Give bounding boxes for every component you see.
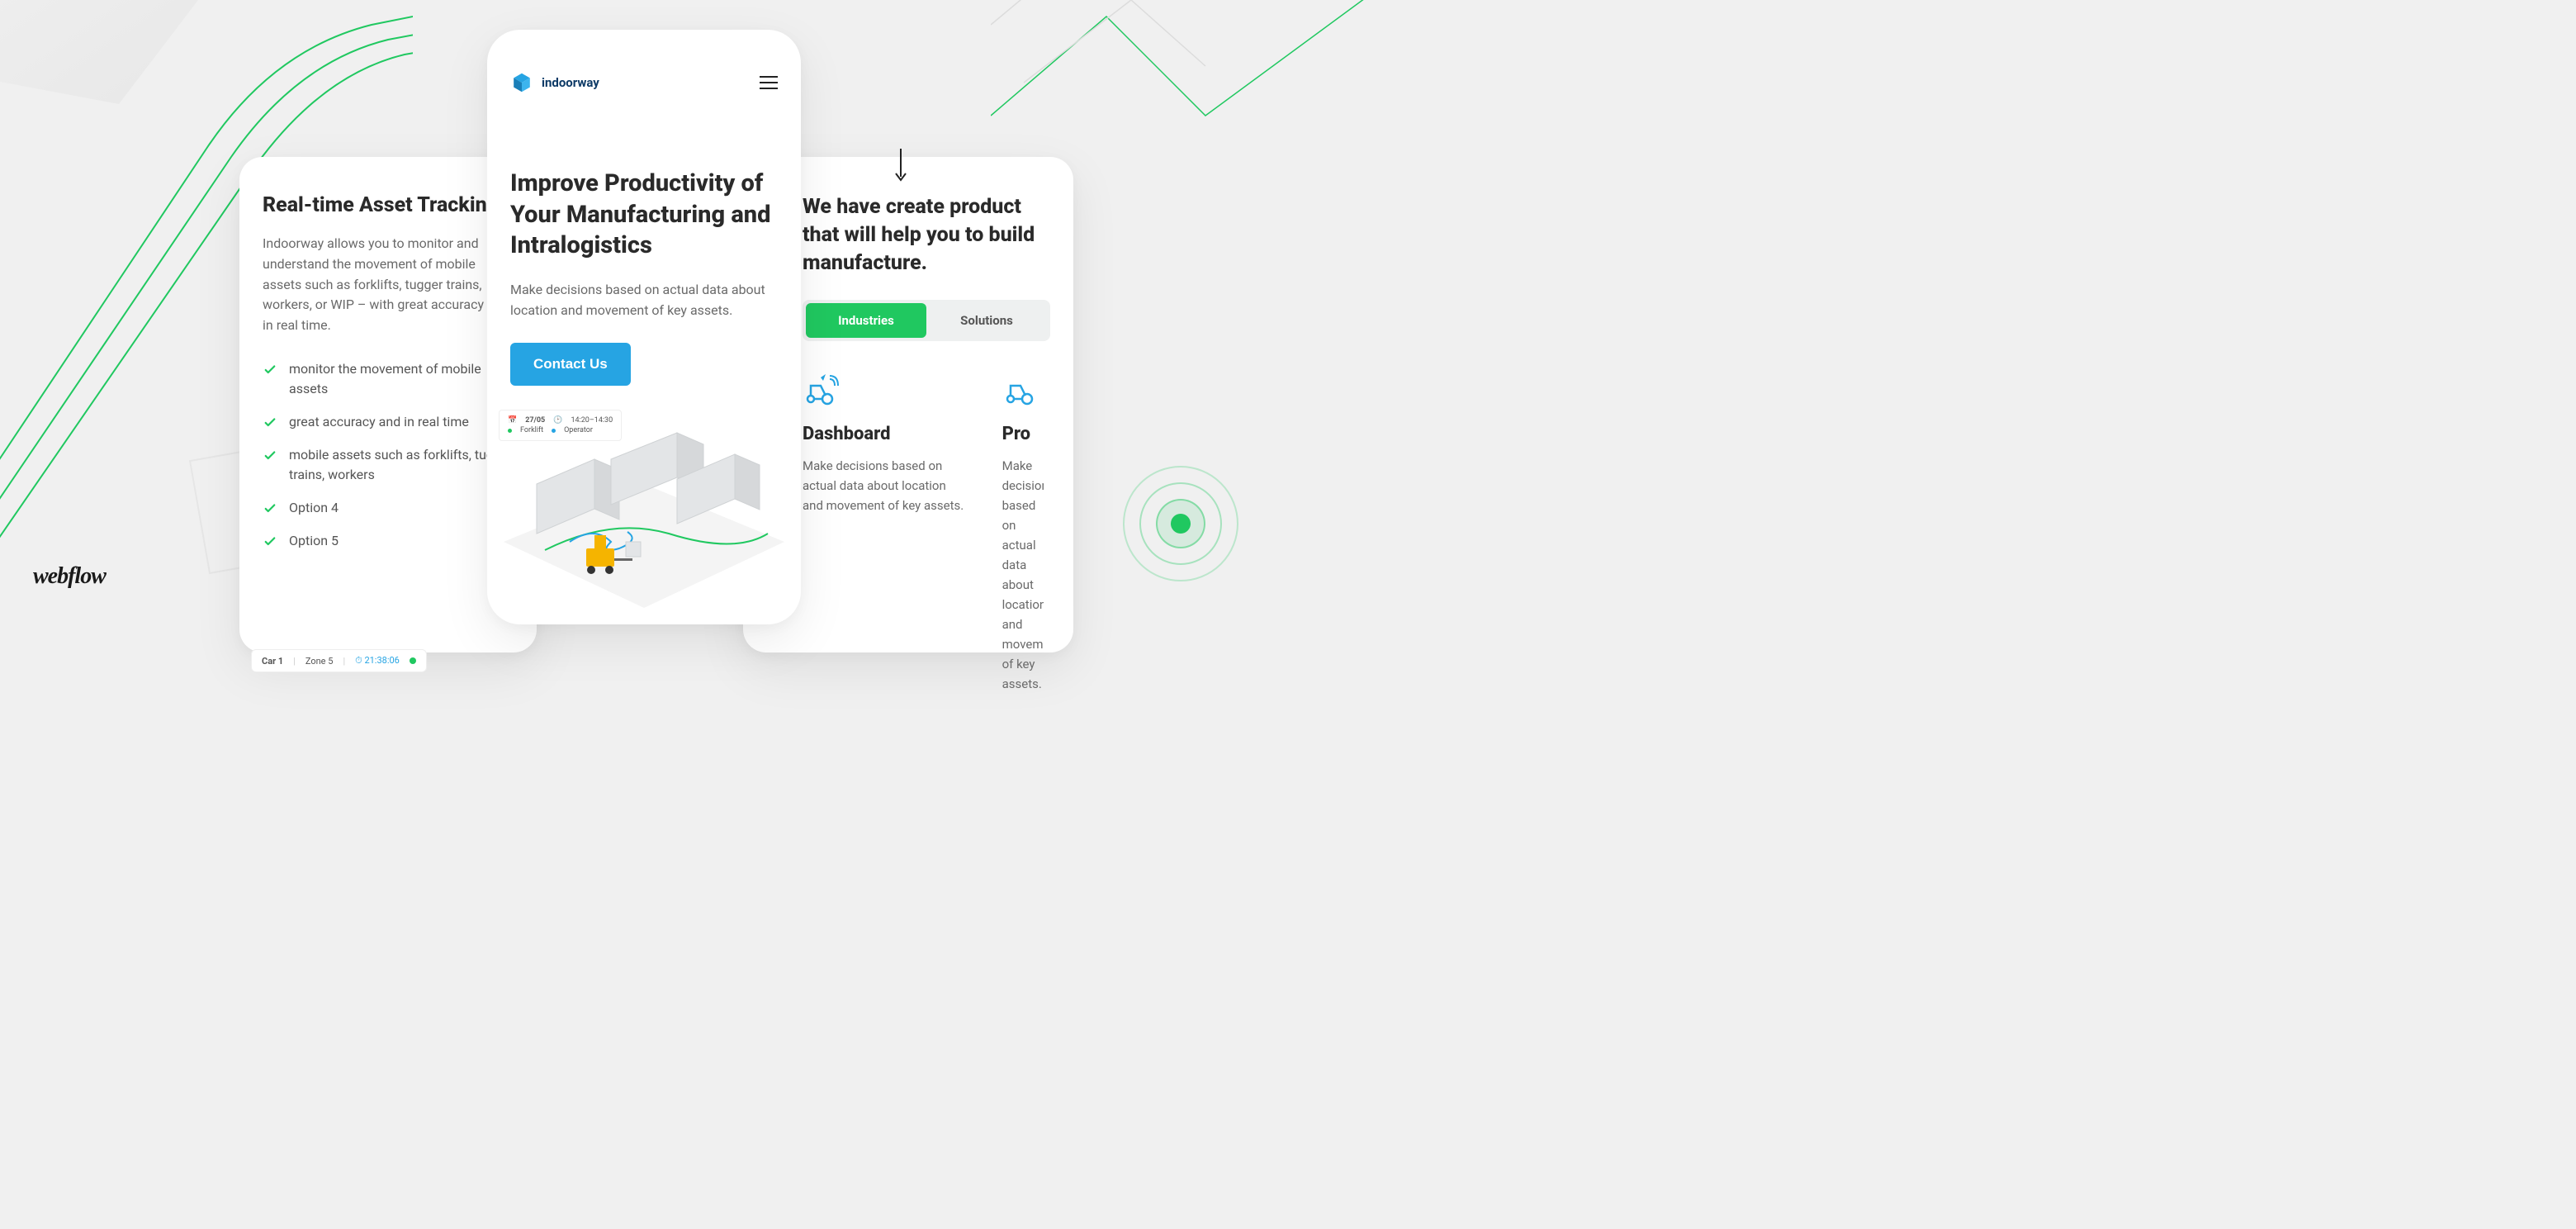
check-icon bbox=[263, 534, 277, 549]
tab-solutions[interactable]: Solutions bbox=[926, 303, 1047, 338]
hero-subtitle: Make decisions based on actual data abou… bbox=[510, 280, 778, 321]
status-car: Car 1 bbox=[262, 656, 283, 667]
arrow-down-icon bbox=[893, 149, 908, 182]
brand-name: indoorway bbox=[542, 75, 599, 90]
tab-group: Industries Solutions bbox=[803, 300, 1050, 341]
tile-desc: Make decisions based on actual data abou… bbox=[803, 456, 969, 515]
bullet-item: monitor the movement of mobile assets bbox=[263, 359, 514, 399]
live-status-chip: Car 1 | Zone 5 | ⏱ 21:38:06 bbox=[251, 649, 427, 672]
bg-cube-decoration bbox=[0, 0, 198, 149]
bg-radar-decoration bbox=[1123, 466, 1238, 581]
status-live-dot-icon bbox=[410, 657, 416, 664]
pro-forklift-icon bbox=[1002, 374, 1044, 407]
webflow-badge[interactable]: webflow bbox=[33, 563, 106, 590]
tile-title: Pro bbox=[1002, 424, 1044, 444]
status-zone: Zone 5 bbox=[305, 656, 334, 667]
hero-title: Improve Productivity of Your Manufacturi… bbox=[510, 168, 778, 262]
check-icon bbox=[263, 415, 277, 430]
dashboard-forklift-icon bbox=[803, 374, 969, 407]
tile-pro-peek[interactable]: Pro Make decisions based on actual data … bbox=[1002, 374, 1044, 694]
contact-us-button[interactable]: Contact Us bbox=[510, 343, 631, 386]
asset-tracking-bullets: monitor the movement of mobile assets gr… bbox=[263, 359, 514, 551]
asset-tracking-description: Indoorway allows you to monitor and unde… bbox=[263, 234, 514, 336]
menu-button[interactable] bbox=[760, 76, 778, 89]
bullet-text: monitor the movement of mobile assets bbox=[289, 359, 514, 399]
bullet-item: mobile assets such as forklifts, tugger … bbox=[263, 445, 514, 485]
bullet-text: great accuracy and in real time bbox=[289, 412, 469, 432]
bullet-text: Option 4 bbox=[289, 498, 339, 518]
tile-title: Dashboard bbox=[803, 424, 969, 444]
burger-line-icon bbox=[760, 82, 778, 83]
warehouse-illustration: 📅27/05🕑14:20–14:30 ForkliftOperator bbox=[487, 410, 801, 624]
tile-dashboard[interactable]: Dashboard Make decisions based on actual… bbox=[803, 374, 969, 694]
burger-line-icon bbox=[760, 88, 778, 89]
check-icon bbox=[263, 448, 277, 463]
brand-logo[interactable]: indoorway bbox=[510, 71, 599, 94]
tab-industries[interactable]: Industries bbox=[806, 303, 926, 338]
bullet-item: Option 4 bbox=[263, 498, 514, 518]
check-icon bbox=[263, 363, 277, 377]
bullet-text: mobile assets such as forklifts, tugger … bbox=[289, 445, 514, 485]
bullet-item: Option 5 bbox=[263, 531, 514, 551]
tile-desc: Make decisions based on actual data abou… bbox=[1002, 456, 1044, 694]
indoorway-cube-icon bbox=[510, 71, 533, 94]
bullet-text: Option 5 bbox=[289, 531, 339, 551]
check-icon bbox=[263, 501, 277, 516]
phone-mockup: indoorway Improve Productivity of Your M… bbox=[487, 30, 801, 624]
status-time: ⏱ 21:38:06 bbox=[355, 655, 400, 667]
asset-tracking-title: Real-time Asset Tracking bbox=[263, 193, 514, 217]
illustration-legend: 📅27/05🕑14:20–14:30 ForkliftOperator bbox=[499, 410, 622, 441]
bullet-item: great accuracy and in real time bbox=[263, 412, 514, 432]
product-headline: We have create product that will help yo… bbox=[803, 193, 1044, 277]
burger-line-icon bbox=[760, 76, 778, 78]
